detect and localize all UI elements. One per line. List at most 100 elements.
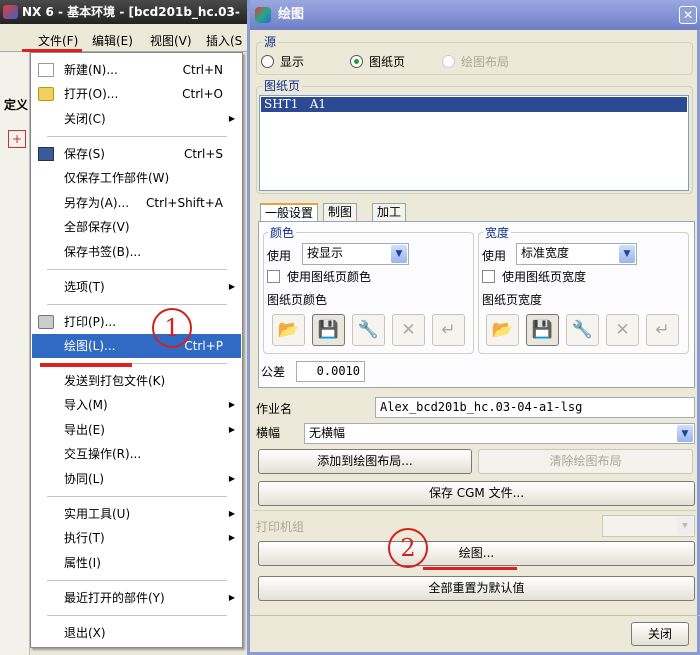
- nx-logo-icon: [3, 5, 18, 19]
- reset-all-defaults-button[interactable]: 全部重置为默认值: [258, 576, 695, 601]
- banner-label: 横幅: [256, 426, 281, 440]
- menu-view[interactable]: 视图(V): [150, 32, 192, 49]
- tolerance-input[interactable]: 0.0010: [296, 361, 365, 382]
- tolerance-label: 公差: [261, 365, 286, 379]
- menu-item-shortcut: Ctrl+P: [184, 339, 223, 353]
- menu-separator: [47, 304, 227, 305]
- menu-item[interactable]: 导入(M) ▶: [32, 393, 241, 417]
- banner-select[interactable]: 无横幅 ▼: [304, 423, 695, 444]
- submenu-arrow-icon: ▶: [228, 425, 235, 434]
- menu-item-label: 交互操作(R)...: [64, 447, 142, 461]
- menu-edit[interactable]: 编辑(E): [92, 32, 133, 49]
- dialog-app-icon: [255, 7, 271, 23]
- menu-item-shortcut: Ctrl+O: [182, 87, 223, 101]
- menu-separator: [47, 580, 227, 581]
- menu-item[interactable]: 打印(P)...: [32, 310, 241, 334]
- menu-item[interactable]: 仅保存工作部件(W): [32, 166, 241, 190]
- wrench-icon[interactable]: 🔧: [352, 314, 385, 346]
- menu-item-label: 协同(L): [64, 472, 105, 486]
- job-name-input[interactable]: Alex_bcd201b_hc.03-04-a1-lsg: [375, 397, 695, 418]
- menu-item[interactable]: 新建(N)... Ctrl+N: [32, 58, 241, 82]
- sheet-width-label: 图纸页宽度: [482, 293, 543, 307]
- delete-icon[interactable]: ✕: [392, 314, 425, 346]
- use-sheet-width-checkbox[interactable]: [482, 270, 495, 283]
- menu-item[interactable]: 实用工具(U) ▶: [32, 502, 241, 526]
- radio-display[interactable]: [261, 55, 274, 68]
- menu-item-label: 导出(E): [64, 423, 105, 437]
- menu-item-shortcut: Ctrl+S: [183, 147, 223, 161]
- point-tool-icon[interactable]: +: [8, 130, 26, 148]
- menu-item-label: 发送到打包文件(K): [64, 374, 166, 388]
- clear-plot-layout-button: 清除绘图布局: [478, 449, 693, 474]
- tab-machining[interactable]: 加工: [372, 203, 407, 221]
- menu-item[interactable]: 绘图(L)... Ctrl+P: [32, 334, 241, 358]
- menu-item[interactable]: 全部保存(V): [32, 215, 241, 239]
- divider: [254, 510, 696, 511]
- menu-item[interactable]: 关闭(C) ▶: [32, 107, 241, 131]
- open-folder-icon[interactable]: 📂: [272, 314, 305, 346]
- wrench-icon[interactable]: 🔧: [566, 314, 599, 346]
- chevron-down-icon: ▼: [677, 517, 693, 535]
- left-toolbar: 定义 +: [0, 52, 30, 655]
- use-sheet-color-label: 使用图纸页颜色: [287, 270, 372, 284]
- menu-item[interactable]: 导出(E) ▶: [32, 418, 241, 442]
- menu-item[interactable]: 另存为(A)... Ctrl+Shift+A: [32, 191, 241, 215]
- menu-item-label: 打开(O)...: [64, 87, 119, 101]
- menu-item[interactable]: 退出(X): [32, 621, 241, 645]
- radio-sheet[interactable]: [350, 55, 363, 68]
- menu-item-label: 退出(X): [64, 626, 106, 640]
- menu-item-label: 实用工具(U): [64, 507, 131, 521]
- open-folder-icon[interactable]: 📂: [486, 314, 519, 346]
- menu-item-label: 保存(S): [64, 147, 105, 161]
- new-file-icon: [38, 63, 54, 77]
- tab-drafting[interactable]: 制图: [323, 203, 358, 221]
- menu-file[interactable]: 文件(F): [38, 32, 78, 49]
- menu-item[interactable]: 选项(T) ▶: [32, 275, 241, 299]
- menu-item[interactable]: 发送到打包文件(K): [32, 369, 241, 393]
- close-button[interactable]: 关闭: [631, 622, 689, 646]
- save-cgm-button[interactable]: 保存 CGM 文件...: [258, 481, 695, 506]
- submenu-arrow-icon: ▶: [228, 114, 235, 123]
- submenu-arrow-icon: ▶: [228, 282, 235, 291]
- color-use-select[interactable]: 按显示 ▼: [302, 243, 409, 265]
- sheets-label: 图纸页: [262, 77, 303, 94]
- menu-item[interactable]: 执行(T) ▶: [32, 526, 241, 550]
- tab-general[interactable]: 一般设置: [260, 203, 319, 222]
- menu-separator: [47, 136, 227, 137]
- add-to-plot-layout-button[interactable]: 添加到绘图布局...: [258, 449, 472, 474]
- open-folder-icon: [38, 87, 54, 101]
- menu-item[interactable]: 打开(O)... Ctrl+O: [32, 82, 241, 106]
- undo-icon[interactable]: ↵: [432, 314, 465, 346]
- submenu-arrow-icon: ▶: [228, 509, 235, 518]
- menu-item-label: 全部保存(V): [64, 220, 130, 234]
- dialog-title-bar: 绘图: [250, 0, 700, 30]
- menu-item[interactable]: 最近打开的部件(Y) ▶: [32, 586, 241, 610]
- use-sheet-color-checkbox[interactable]: [267, 270, 280, 283]
- save-icon[interactable]: 💾: [312, 314, 345, 346]
- width-use-select[interactable]: 标准宽度 ▼: [516, 243, 637, 265]
- save-icon[interactable]: 💾: [526, 314, 559, 346]
- menu-item[interactable]: 交互操作(R)...: [32, 442, 241, 466]
- menu-item-label: 仅保存工作部件(W): [64, 171, 170, 185]
- menu-item[interactable]: 属性(I): [32, 551, 241, 575]
- menu-separator: [47, 615, 227, 616]
- plot-button[interactable]: 绘图...: [258, 541, 695, 566]
- dialog-close-button[interactable]: ✕: [679, 6, 697, 24]
- menu-insert[interactable]: 插入(S: [206, 32, 242, 49]
- menu-item-label: 关闭(C): [64, 112, 106, 126]
- printer-group-label: 打印机组: [256, 520, 305, 534]
- width-use-value: 标准宽度: [521, 246, 570, 260]
- menu-item[interactable]: 保存(S) Ctrl+S: [32, 142, 241, 166]
- submenu-arrow-icon: ▶: [228, 400, 235, 409]
- sheet-list-item[interactable]: SHT1 A1: [261, 97, 687, 112]
- menu-item[interactable]: 协同(L) ▶: [32, 467, 241, 491]
- radio-plot-layout: [442, 55, 455, 68]
- app-title-bar: NX 6 - 基本环境 - [bcd201b_hc.03-: [0, 0, 250, 24]
- width-label: 宽度: [483, 224, 512, 241]
- radio-plot-layout-label: 绘图布局: [461, 55, 510, 69]
- menu-item[interactable]: 保存书签(B)...: [32, 240, 241, 264]
- delete-icon[interactable]: ✕: [606, 314, 639, 346]
- undo-icon[interactable]: ↵: [646, 314, 679, 346]
- sheet-color-label: 图纸页颜色: [267, 293, 328, 307]
- menu-item-label: 执行(T): [64, 531, 105, 545]
